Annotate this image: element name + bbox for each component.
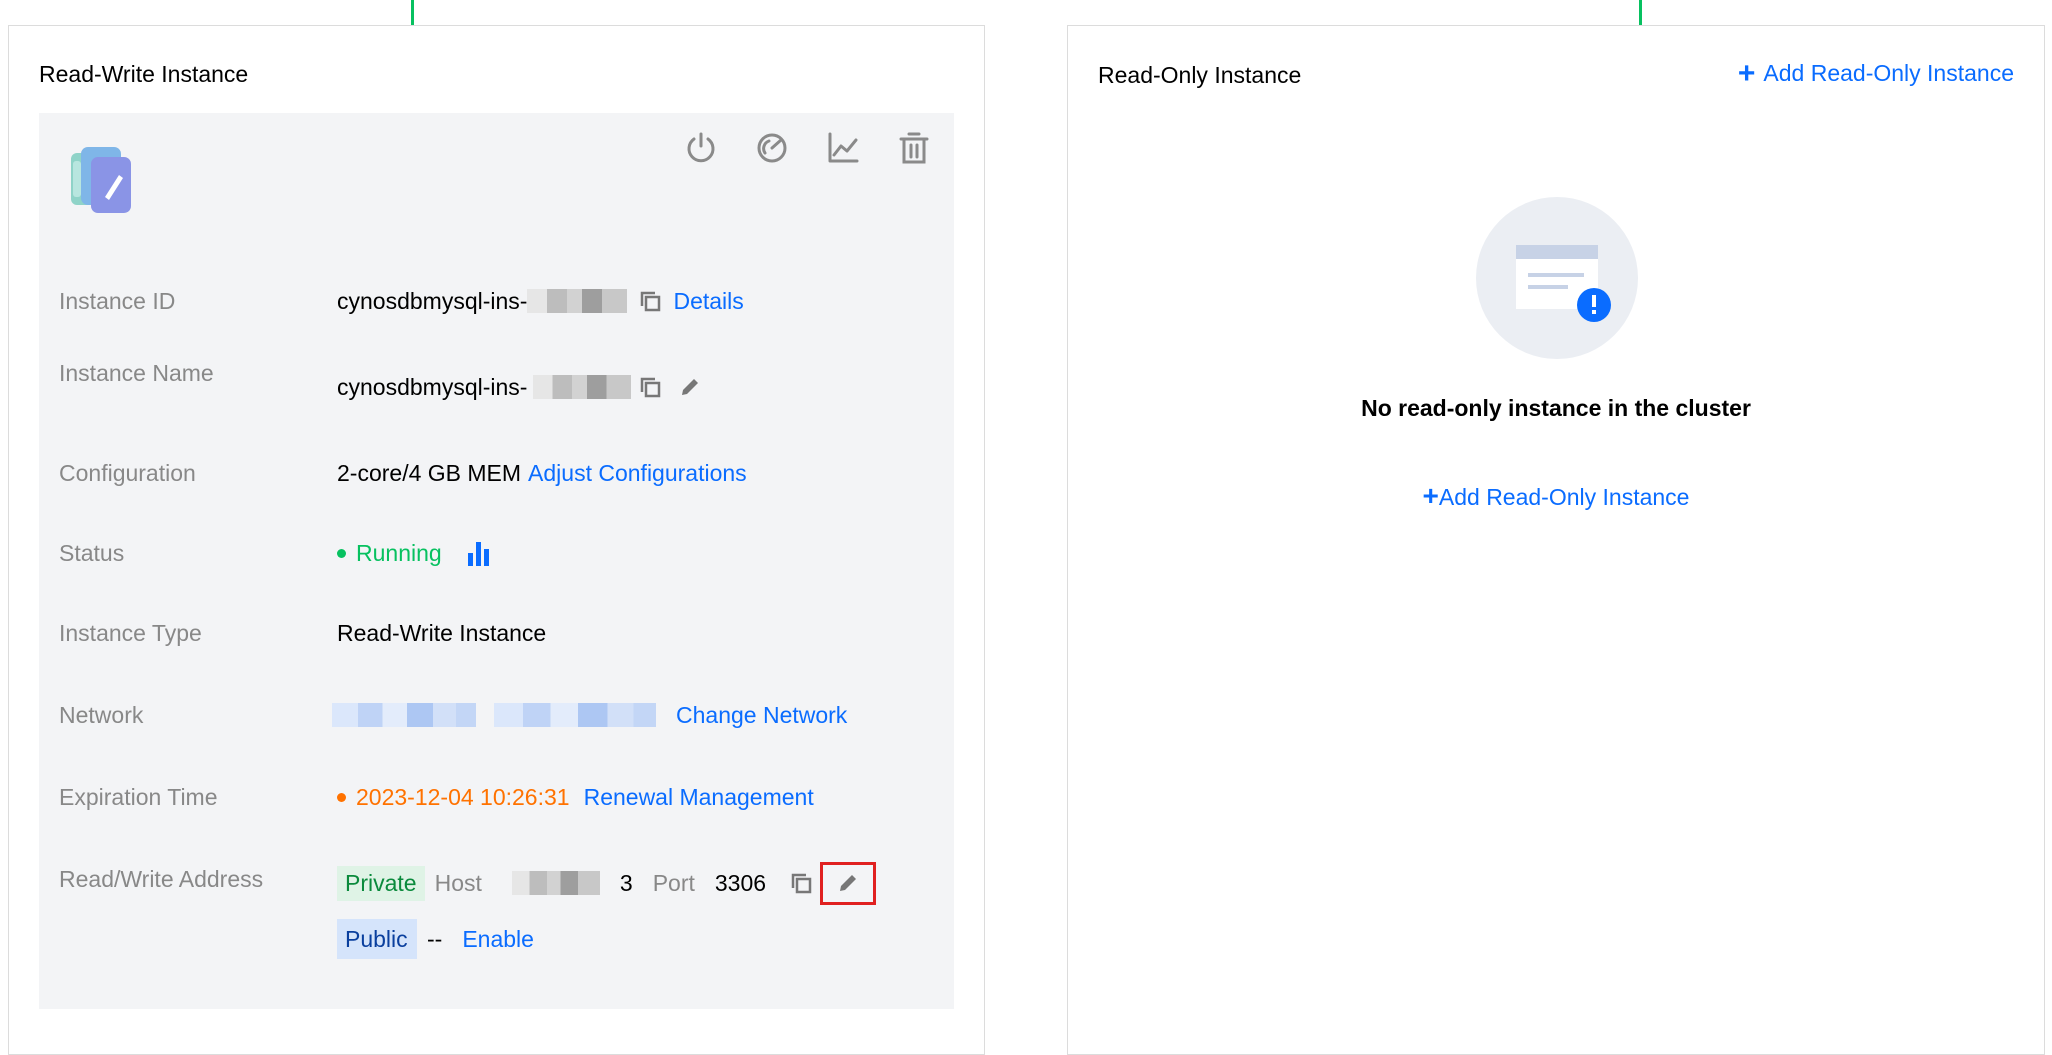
row-instance-id: Instance ID cynosdbmysql-ins- Details (59, 281, 934, 321)
public-value: -- (427, 926, 443, 952)
topology-connector-right (1639, 0, 1642, 25)
monitor-bar-chart-icon[interactable] (464, 538, 494, 568)
public-tag: Public (337, 919, 417, 959)
add-read-only-instance-top-link[interactable]: + Add Read-Only Instance (1737, 56, 2014, 90)
empty-state-message: No read-only instance in the cluster (1361, 395, 1751, 421)
instance-type-value: Read-Write Instance (337, 619, 547, 646)
row-network: Network Change Network (59, 695, 934, 735)
instance-type-label: Instance Type (59, 620, 202, 646)
read-only-panel: Read-Only Instance + Add Read-Only Insta… (1067, 25, 2045, 1055)
read-write-instance-card: Instance ID cynosdbmysql-ins- Details In… (39, 113, 954, 1009)
read-write-panel: Read-Write Instance Instance ID cynosdbm… (8, 25, 985, 1055)
add-read-only-instance-top-label: Add Read-Only Instance (1763, 60, 2014, 86)
host-suffix: 3 (619, 869, 633, 896)
topology-connector-left (411, 0, 414, 25)
redacted-host (511, 871, 600, 895)
configuration-label: Configuration (59, 460, 196, 486)
port-label: Port (652, 869, 695, 896)
copy-icon[interactable] (788, 870, 814, 896)
redacted-subnet (494, 703, 656, 727)
line-chart-icon[interactable] (822, 127, 863, 168)
row-instance-name: Instance Name cynosdbmysql-ins- (59, 360, 934, 401)
add-read-only-instance-center-link[interactable]: +Add Read-Only Instance (1100, 480, 2012, 512)
redacted-id (527, 289, 628, 313)
row-configuration: Configuration 2-core/4 GB MEM Adjust Con… (59, 453, 934, 493)
database-instance-icon (65, 139, 137, 219)
edit-pencil-icon[interactable] (677, 374, 703, 400)
instance-id-value: cynosdbmysql-ins- (337, 287, 528, 314)
configuration-value: 2-core/4 GB MEM (337, 459, 522, 486)
expiration-label: Expiration Time (59, 784, 218, 810)
status-label: Status (59, 540, 125, 566)
enable-public-link[interactable]: Enable (462, 919, 534, 959)
power-icon[interactable] (680, 127, 721, 168)
read-only-panel-title: Read-Only Instance (1098, 62, 1302, 88)
instance-id-label: Instance ID (59, 288, 176, 314)
copy-icon[interactable] (637, 374, 663, 400)
empty-state-illustration (1476, 197, 1638, 359)
copy-icon[interactable] (637, 288, 663, 314)
status-dot-running (337, 548, 346, 558)
network-label: Network (59, 702, 144, 728)
instance-name-label: Instance Name (59, 360, 214, 386)
row-instance-type: Instance Type Read-Write Instance (59, 613, 934, 653)
speed-gauge-icon[interactable] (751, 127, 792, 168)
redacted-vpc (332, 703, 476, 727)
status-dot-expiring (337, 792, 346, 802)
edit-address-pencil-icon[interactable] (820, 861, 877, 905)
trash-icon[interactable] (893, 127, 934, 168)
port-value: 3306 (714, 869, 767, 896)
instance-toolbar (680, 127, 934, 168)
expiration-value: 2023-12-04 10:26:31 (356, 783, 570, 810)
instance-name-value: cynosdbmysql-ins- (337, 373, 528, 400)
status-value: Running (356, 539, 442, 566)
adjust-configurations-link[interactable]: Adjust Configurations (528, 460, 747, 487)
row-address: Read/Write Address Private Host 3 Port 3… (59, 859, 934, 979)
address-label: Read/Write Address (59, 866, 264, 892)
plus-icon: + (1422, 480, 1439, 511)
row-status: Status Running (59, 533, 934, 573)
redacted-name (533, 375, 632, 399)
change-network-link[interactable]: Change Network (676, 702, 847, 729)
plus-icon: + (1737, 56, 1756, 90)
row-expiration: Expiration Time 2023-12-04 10:26:31 Rene… (59, 777, 934, 817)
read-write-panel-title: Read-Write Instance (39, 61, 249, 87)
renewal-management-link[interactable]: Renewal Management (584, 784, 814, 811)
details-link[interactable]: Details (673, 288, 743, 315)
add-read-only-instance-center-label: Add Read-Only Instance (1438, 484, 1690, 510)
private-tag: Private (337, 865, 425, 901)
host-label: Host (434, 869, 482, 896)
